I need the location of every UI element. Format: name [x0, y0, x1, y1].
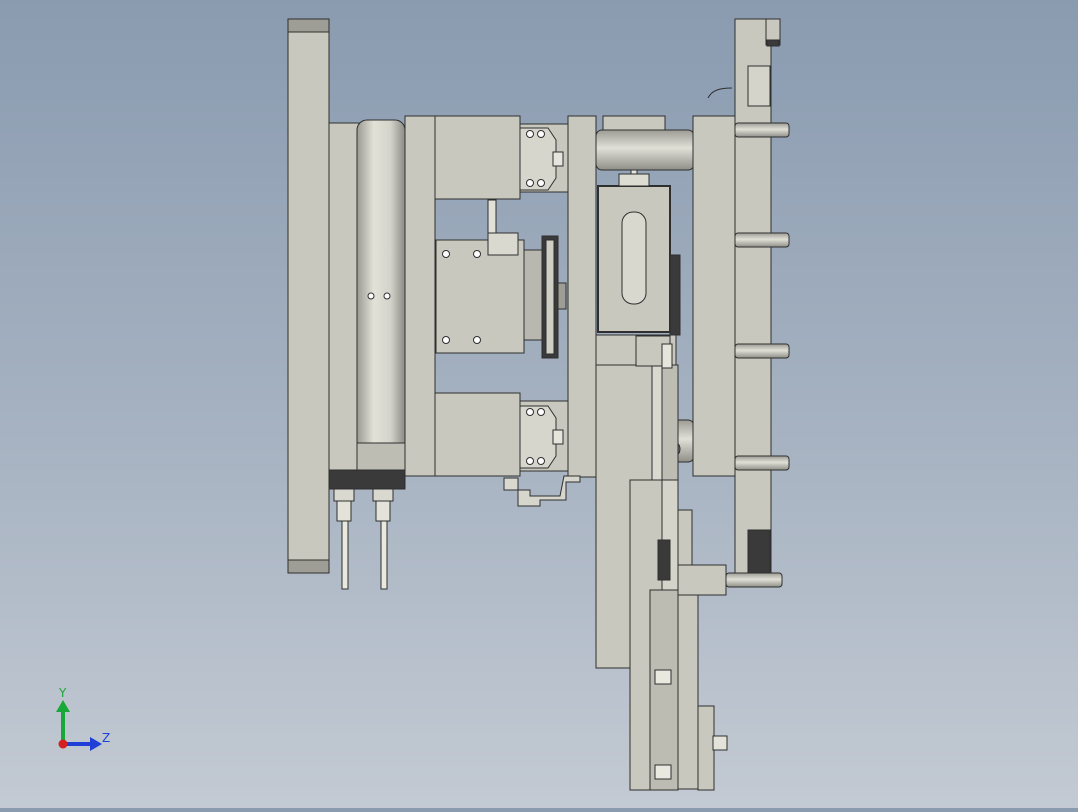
assembly-model[interactable]	[0, 0, 1078, 808]
z-axis-label: Z	[102, 731, 111, 745]
back-mounting-plate	[287, 18, 330, 574]
cad-viewport[interactable]: Y Z	[0, 0, 1078, 808]
gripper-unit	[435, 199, 567, 359]
rotary-table	[328, 119, 406, 490]
coordinate-triad: Y Z	[40, 680, 130, 760]
cable-glands	[333, 488, 394, 590]
axis-arrows-icon	[56, 700, 102, 751]
y-axis-label: Y	[59, 686, 67, 700]
side-column	[692, 18, 781, 575]
